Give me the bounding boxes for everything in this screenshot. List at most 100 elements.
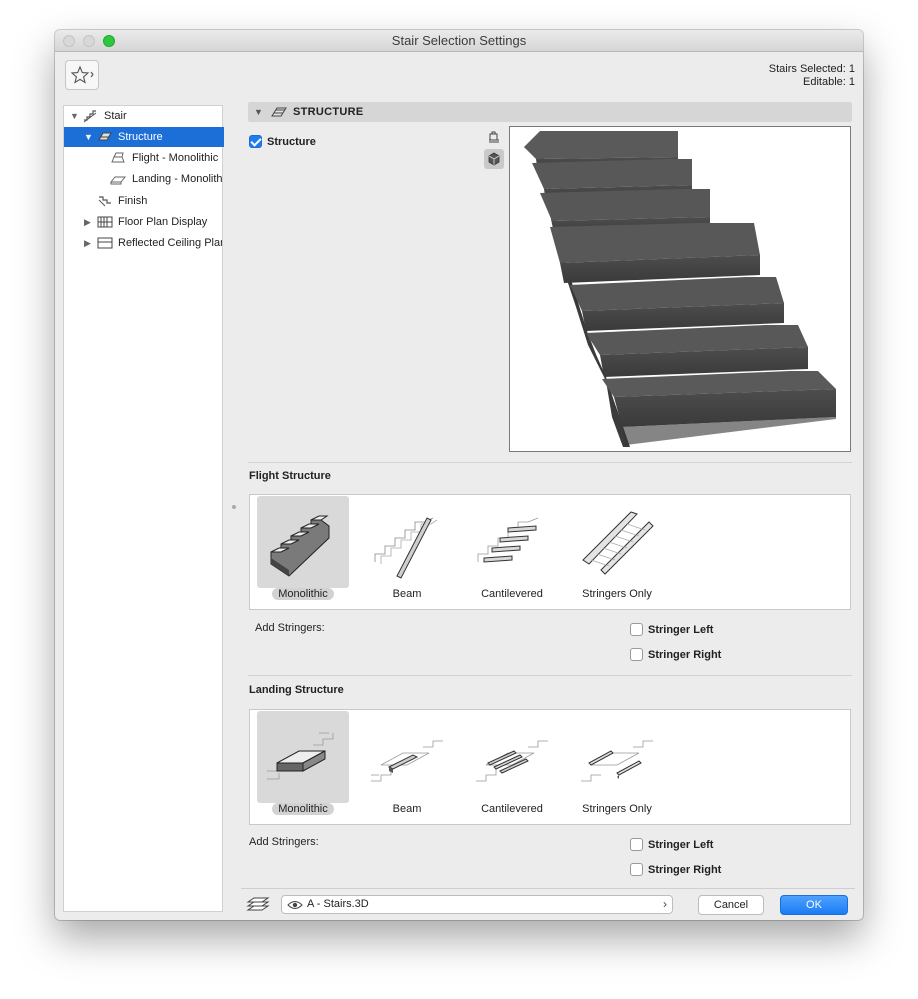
option-label: Monolithic — [247, 588, 359, 600]
landing-structure-options: Monolithic Beam Cantilevered Stringers O… — [249, 709, 851, 825]
disclosure-open-icon[interactable]: ▼ — [84, 127, 94, 147]
landing-option-stringers-only[interactable]: Stringers Only — [571, 711, 663, 823]
tree-item-flight[interactable]: Flight - Monolithic — [64, 148, 222, 168]
option-label-text: Beam — [392, 588, 422, 600]
stair-icon — [83, 110, 97, 123]
stair-preview-image — [524, 131, 836, 447]
option-label: Monolithic — [247, 803, 359, 815]
tree-item-landing[interactable]: Landing - Monolithic — [64, 169, 222, 189]
plan-view-icon[interactable] — [487, 130, 501, 144]
flight-add-stringers-label: Add Stringers: — [255, 622, 325, 634]
zoom-window-button[interactable] — [103, 35, 115, 47]
divider — [241, 888, 855, 889]
structure-icon — [98, 132, 112, 141]
layers-icon[interactable] — [245, 896, 271, 914]
close-window-button[interactable] — [63, 35, 75, 47]
disclosure-open-icon[interactable]: ▼ — [70, 106, 80, 126]
landing-option-cantilevered[interactable]: Cantilevered — [466, 711, 558, 823]
flight-structure-options: Monolithic Beam Cantilevered Stringers O… — [249, 494, 851, 610]
editable-count: Editable: 1 — [803, 76, 855, 88]
stair-settings-dialog: Stair Selection Settings Stairs Selected… — [55, 30, 863, 920]
stair-3d-preview — [509, 126, 851, 452]
divider — [248, 462, 852, 463]
panel-splitter[interactable] — [229, 105, 239, 912]
option-label-text: Monolithic — [272, 588, 334, 600]
dialog-footer: A - Stairs.3D › Cancel OK — [55, 888, 863, 920]
finish-icon — [98, 196, 111, 207]
section-title: STRUCTURE — [293, 106, 364, 118]
tree-item-label: Stair — [104, 110, 127, 122]
tree-item-reflected-ceiling-plan[interactable]: ▶ Reflected Ceiling Plan — [64, 233, 222, 253]
monolithic-landing-icon — [267, 732, 334, 780]
window-title: Stair Selection Settings — [391, 33, 527, 48]
3d-box-icon — [488, 152, 500, 166]
landing-structure-title: Landing Structure — [249, 684, 344, 696]
disclosure-closed-icon[interactable]: ▶ — [84, 233, 94, 253]
tree-item-label: Floor Plan Display — [118, 216, 208, 228]
landing-stringer-left-checkbox[interactable] — [630, 838, 643, 851]
flight-stringer-left-checkbox[interactable] — [630, 623, 643, 636]
option-label: Cantilevered — [456, 588, 568, 600]
landing-option-beam[interactable]: Beam — [361, 711, 453, 823]
landing-stringer-left-label: Stringer Left — [648, 839, 714, 851]
structure-section-header[interactable]: ▼ STRUCTURE — [248, 102, 852, 122]
flight-stringer-right-label: Stringer Right — [648, 649, 722, 661]
cancel-button[interactable]: Cancel — [698, 895, 764, 915]
flight-option-beam[interactable]: Beam — [361, 496, 453, 608]
beam-flight-icon — [374, 517, 438, 579]
favorites-button[interactable] — [65, 60, 99, 90]
floor-plan-icon — [97, 216, 113, 228]
chevron-right-icon: › — [663, 897, 667, 911]
option-label-text: Beam — [392, 803, 422, 815]
tree-item-stair[interactable]: ▼ Stair — [64, 106, 222, 126]
minimize-window-button[interactable] — [83, 35, 95, 47]
flight-option-cantilevered[interactable]: Cantilevered — [466, 496, 558, 608]
flight-stringer-left-label: Stringer Left — [648, 624, 714, 636]
tree-item-label: Reflected Ceiling Plan — [118, 237, 222, 249]
cantilevered-flight-icon — [477, 517, 539, 563]
stringers-only-landing-icon — [581, 740, 653, 782]
flight-structure-title: Flight Structure — [249, 470, 331, 482]
option-label: Beam — [351, 588, 463, 600]
structure-checkbox[interactable] — [249, 135, 262, 148]
option-label-text: Cantilevered — [481, 803, 543, 815]
flight-icon — [111, 152, 125, 163]
stairs-selected-count: Stairs Selected: 1 — [768, 63, 855, 75]
disclosure-open-icon[interactable]: ▼ — [254, 102, 263, 122]
structure-panel: ▼ STRUCTURE Structure Flight Structure M… — [241, 98, 855, 888]
option-label-text: Cantilevered — [481, 588, 543, 600]
star-icon — [70, 65, 94, 84]
disclosure-closed-icon[interactable]: ▶ — [84, 212, 94, 232]
stringers-only-flight-icon — [582, 511, 654, 575]
option-label: Stringers Only — [561, 803, 673, 815]
tree-item-label: Structure — [118, 131, 163, 143]
tree-item-label: Flight - Monolithic — [132, 152, 219, 164]
tree-item-finish[interactable]: Finish — [64, 191, 222, 211]
ok-button[interactable]: OK — [780, 895, 848, 915]
tree-item-label: Finish — [118, 195, 148, 207]
divider — [248, 675, 852, 676]
layer-selector[interactable]: A - Stairs.3D › — [281, 895, 673, 914]
tree-item-label: Landing - Monolithic — [132, 173, 222, 185]
option-label: Cantilevered — [456, 803, 568, 815]
tree-item-structure[interactable]: ▼ Structure — [64, 127, 224, 147]
monolithic-flight-icon — [270, 515, 330, 577]
title-bar: Stair Selection Settings — [55, 30, 863, 52]
flight-option-monolithic[interactable]: Monolithic — [257, 496, 349, 608]
splitter-grip-icon — [232, 505, 236, 509]
option-label-text: Stringers Only — [582, 588, 652, 600]
landing-option-monolithic[interactable]: Monolithic — [257, 711, 349, 823]
flight-option-stringers-only[interactable]: Stringers Only — [571, 496, 663, 608]
landing-icon — [110, 176, 126, 185]
flight-stringer-right-checkbox[interactable] — [630, 648, 643, 661]
tree-item-floor-plan-display[interactable]: ▶ Floor Plan Display — [64, 212, 222, 232]
layer-name: A - Stairs.3D — [307, 898, 369, 910]
3d-view-button[interactable] — [484, 149, 504, 169]
selection-info: Stairs Selected: 1 Editable: 1 — [769, 63, 855, 89]
landing-add-stringers-label: Add Stringers: — [249, 836, 319, 848]
beam-landing-icon — [371, 740, 443, 782]
structure-icon — [271, 107, 287, 117]
landing-stringer-right-checkbox[interactable] — [630, 863, 643, 876]
eye-icon — [287, 901, 303, 909]
option-label: Beam — [351, 803, 463, 815]
